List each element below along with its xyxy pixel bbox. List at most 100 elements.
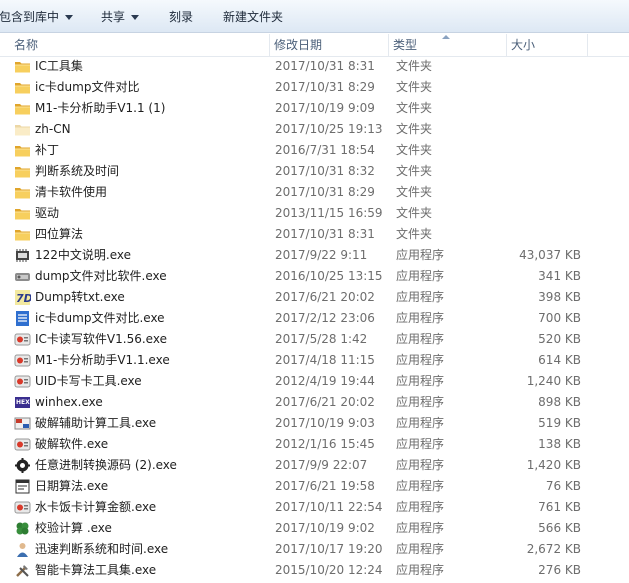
column-header: 名称 修改日期 类型 大小	[0, 34, 629, 57]
list-item[interactable]: IC工具集 2017/10/31 8:31 文件夹	[0, 56, 629, 77]
list-item[interactable]: 7D Dump转txt.exe 2017/6/21 20:02 应用程序 398 KB	[0, 287, 629, 308]
file-size	[506, 224, 581, 245]
file-name: 日期算法.exe	[35, 479, 109, 493]
list-item[interactable]: ic卡dump文件对比.exe 2017/2/12 23:06 应用程序 700 KB	[0, 308, 629, 329]
list-item[interactable]: 122中文说明.exe 2017/9/22 9:11 应用程序 43,037 KB	[0, 245, 629, 266]
folder-icon	[14, 79, 31, 96]
file-date: 2012/4/19 19:44	[275, 374, 375, 388]
list-item[interactable]: 补丁 2016/7/31 18:54 文件夹	[0, 140, 629, 161]
file-date: 2017/9/9 22:07	[275, 458, 368, 472]
chevron-down-icon	[131, 15, 140, 20]
file-size: 1,240 KB	[526, 374, 581, 388]
list-item[interactable]: ic卡dump文件对比 2017/10/31 8:29 文件夹	[0, 77, 629, 98]
file-size	[506, 203, 581, 224]
file-name: M1-卡分析助手V1.1.exe	[35, 353, 170, 367]
card-reader-app-icon	[14, 331, 31, 348]
include-in-library-button[interactable]: 包含到库中	[0, 8, 74, 26]
column-header-size[interactable]: 大小	[507, 34, 588, 56]
chip-app-icon	[14, 247, 31, 264]
file-type: 应用程序	[396, 332, 445, 346]
file-size: 614 KB	[538, 353, 581, 367]
list-item[interactable]: 驱动 2013/11/15 16:59 文件夹	[0, 203, 629, 224]
column-header-name-label: 名称	[14, 38, 39, 52]
window-app-icon	[14, 478, 31, 495]
column-header-date[interactable]: 修改日期	[270, 34, 389, 56]
file-size: 43,037 KB	[519, 248, 581, 262]
file-date: 2017/10/17 19:20	[275, 542, 383, 556]
convert-app-icon: 7D	[14, 289, 31, 306]
file-type: 应用程序	[396, 353, 445, 367]
file-size	[506, 98, 581, 119]
file-date: 2013/11/15 16:59	[275, 206, 383, 220]
file-date: 2017/10/11 22:54	[275, 500, 383, 514]
file-name: 校验计算 .exe	[35, 521, 112, 535]
list-item[interactable]: M1-卡分析助手V1.1 (1) 2017/10/19 9:09 文件夹	[0, 98, 629, 119]
file-date: 2012/1/16 15:45	[275, 437, 375, 451]
file-date: 2017/10/25 19:13	[275, 122, 383, 136]
file-name: ic卡dump文件对比.exe	[35, 311, 165, 325]
file-type: 应用程序	[396, 437, 445, 451]
list-item[interactable]: 任意进制转换源码 (2).exe 2017/9/9 22:07 应用程序 1,420 …	[0, 455, 629, 476]
file-type: 应用程序	[396, 269, 445, 283]
list-item[interactable]: 校验计算 .exe 2017/10/19 9:02 应用程序 566 KB	[0, 518, 629, 539]
folder-icon	[14, 205, 31, 222]
list-item[interactable]: M1-卡分析助手V1.1.exe 2017/4/18 11:15 应用程序 614 K…	[0, 350, 629, 371]
list-item[interactable]: HEX winhex.exe 2017/6/21 20:02 应用程序 898 KB	[0, 392, 629, 413]
list-item[interactable]: 水卡饭卡计算金额.exe 2017/10/11 22:54 应用程序 761 KB	[0, 497, 629, 518]
file-date: 2017/9/22 9:11	[275, 248, 368, 262]
file-size	[506, 77, 581, 98]
list-item[interactable]: zh-CN 2017/10/25 19:13 文件夹	[0, 119, 629, 140]
file-type: 应用程序	[396, 542, 445, 556]
person-app-icon	[14, 541, 31, 558]
file-date: 2017/10/19 9:09	[275, 101, 375, 115]
file-type: 文件夹	[396, 185, 433, 199]
list-item[interactable]: UID卡写卡工具.exe 2012/4/19 19:44 应用程序 1,240 KB	[0, 371, 629, 392]
list-item[interactable]: 破解辅助计算工具.exe 2017/10/19 9:03 应用程序 519 KB	[0, 413, 629, 434]
file-name: IC工具集	[35, 59, 83, 73]
file-size: 398 KB	[538, 290, 581, 304]
list-item[interactable]: dump文件对比软件.exe 2016/10/25 13:15 应用程序 341 KB	[0, 266, 629, 287]
file-name: 驱动	[35, 206, 60, 220]
file-date: 2015/10/20 12:24	[275, 563, 383, 577]
card-reader-app-icon	[14, 499, 31, 516]
file-type: 应用程序	[396, 416, 445, 430]
folder-icon	[14, 58, 31, 75]
list-item[interactable]: 智能卡算法工具集.exe 2015/10/20 12:24 应用程序 276 KB	[0, 560, 629, 581]
list-item[interactable]: 清卡软件使用 2017/10/31 8:29 文件夹	[0, 182, 629, 203]
list-item[interactable]: 四位算法 2017/10/31 8:31 文件夹	[0, 224, 629, 245]
list-item[interactable]: 判断系统及时间 2017/10/31 8:32 文件夹	[0, 161, 629, 182]
file-date: 2017/10/31 8:31	[275, 59, 375, 73]
file-size: 898 KB	[538, 395, 581, 409]
file-name: 破解软件.exe	[35, 437, 109, 451]
file-date: 2017/10/19 9:03	[275, 416, 375, 430]
file-type: 应用程序	[396, 458, 445, 472]
folder-light-icon	[14, 121, 31, 138]
file-size: 138 KB	[538, 437, 581, 451]
list-item[interactable]: 破解软件.exe 2012/1/16 15:45 应用程序 138 KB	[0, 434, 629, 455]
folder-icon	[14, 163, 31, 180]
file-size: 276 KB	[538, 563, 581, 577]
file-type: 文件夹	[396, 59, 433, 73]
column-header-name[interactable]: 名称	[10, 34, 270, 56]
compare-app-icon	[14, 268, 31, 285]
new-folder-button[interactable]: 新建文件夹	[223, 8, 283, 26]
file-type: 文件夹	[396, 206, 433, 220]
command-bar: 包含到库中 共享 刻录 新建文件夹	[0, 0, 629, 33]
list-item[interactable]: 迅速判断系统和时间.exe 2017/10/17 19:20 应用程序 2,672 K…	[0, 539, 629, 560]
file-type: 应用程序	[396, 374, 445, 388]
calculator-app-icon	[14, 415, 31, 432]
file-type: 文件夹	[396, 164, 433, 178]
file-date: 2017/10/31 8:32	[275, 164, 375, 178]
folder-icon	[14, 142, 31, 159]
list-item[interactable]: IC卡读写软件V1.56.exe 2017/5/28 1:42 应用程序 520 KB	[0, 329, 629, 350]
burn-label: 刻录	[169, 10, 194, 24]
file-list: IC工具集 2017/10/31 8:31 文件夹 ic卡dump文件对比 2017/1…	[0, 56, 629, 581]
file-type: 文件夹	[396, 143, 433, 157]
list-item[interactable]: 日期算法.exe 2017/6/21 19:58 应用程序 76 KB	[0, 476, 629, 497]
share-button[interactable]: 共享	[101, 8, 140, 26]
file-size: 341 KB	[538, 269, 581, 283]
folder-icon	[14, 184, 31, 201]
card-reader-app-icon	[14, 352, 31, 369]
folder-icon	[14, 226, 31, 243]
burn-button[interactable]: 刻录	[169, 8, 193, 26]
